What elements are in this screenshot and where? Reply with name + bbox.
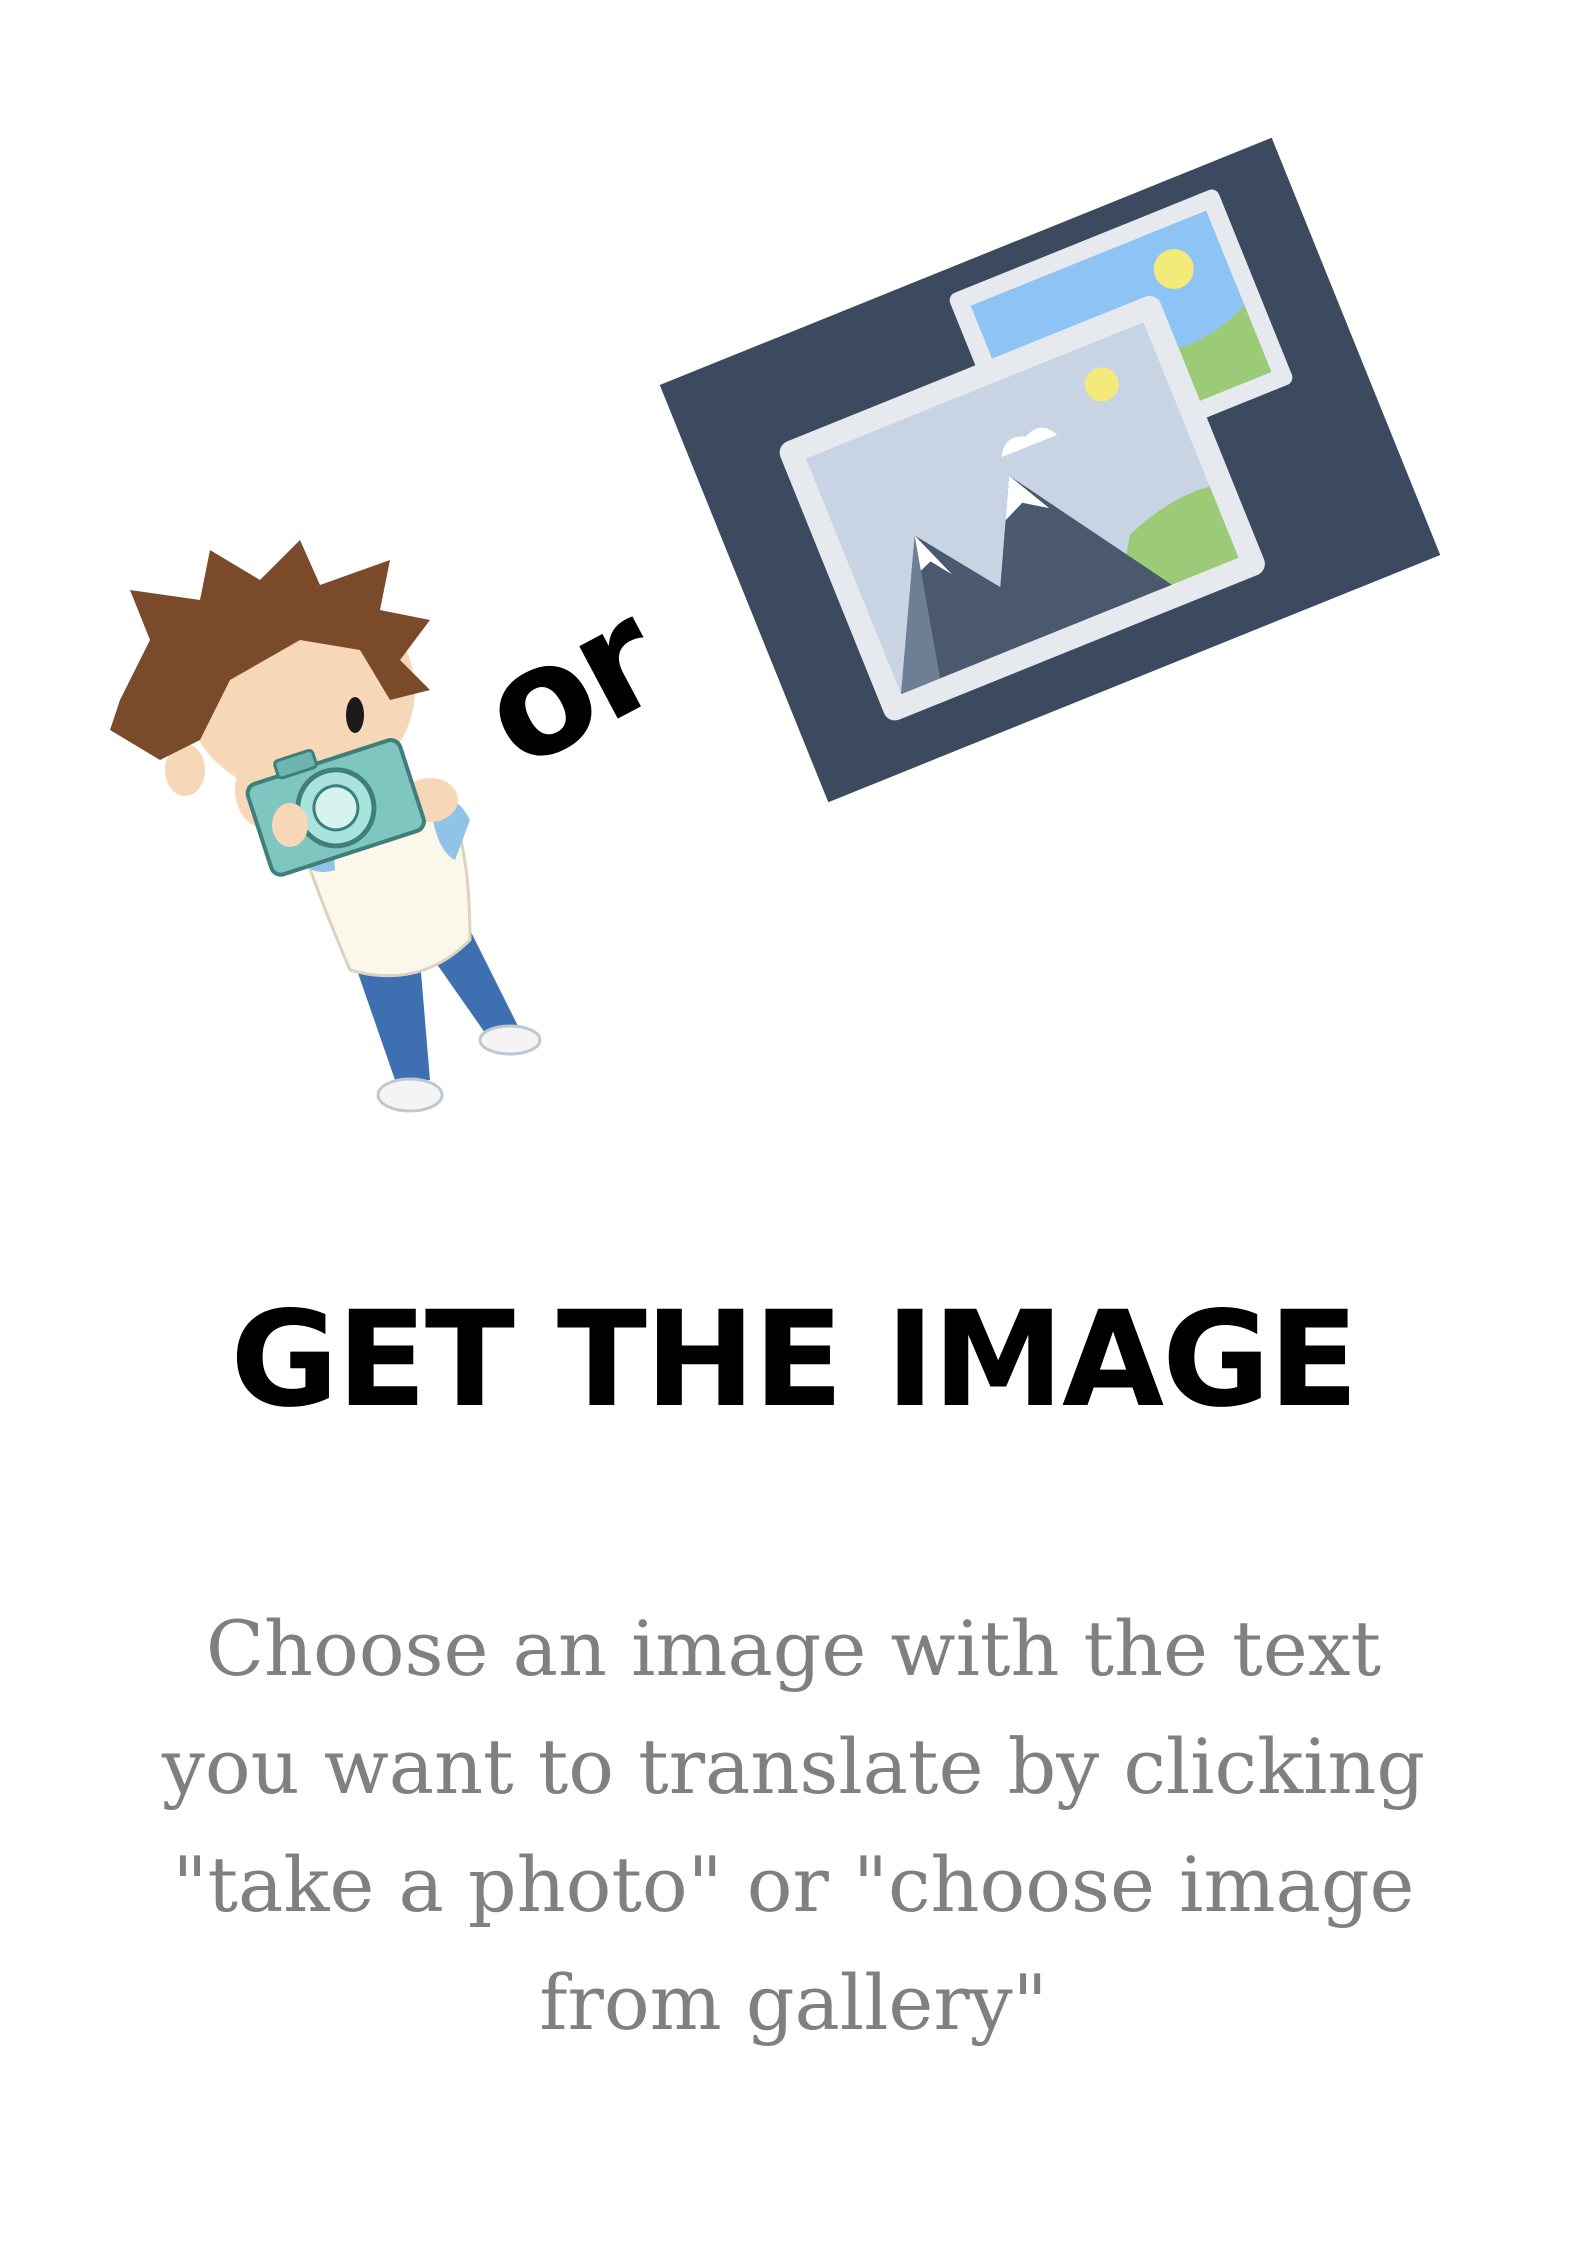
hero-illustration: or	[0, 0, 1587, 1150]
instructions-line: from gallery"	[539, 1958, 1048, 2047]
instructions-line: you want to translate by clicking	[161, 1722, 1426, 1811]
boy-eye	[346, 697, 364, 733]
boy-right-shoe	[478, 1024, 542, 1056]
hero-svg	[110, 137, 1441, 1113]
instructions-text: Choose an image with the text you want t…	[120, 1590, 1467, 2062]
instructions-line: "take a photo" or "choose image	[172, 1840, 1415, 1929]
page-title: GET THE IMAGE	[230, 1283, 1358, 1437]
boy-camera-illustration	[110, 540, 542, 1113]
instructions-line: Choose an image with the text	[205, 1604, 1382, 1693]
gallery-photos-icon	[659, 137, 1441, 803]
boy-fingers	[272, 803, 308, 847]
boy-left-shoe	[376, 1077, 444, 1113]
